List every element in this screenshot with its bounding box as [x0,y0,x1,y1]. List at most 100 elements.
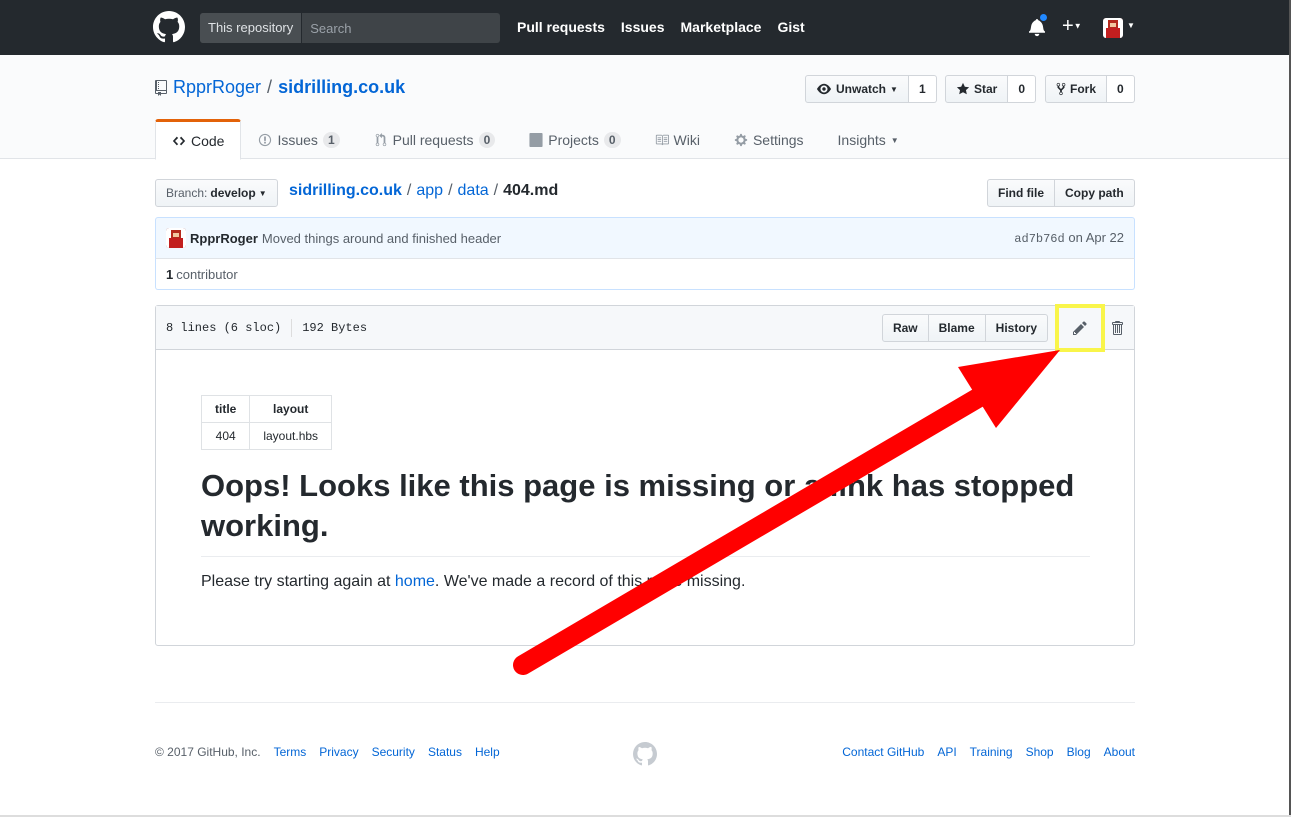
commit-author-link[interactable]: RpprRoger [190,231,258,246]
tab-projects-label: Projects [548,132,599,148]
copy-path-button[interactable]: Copy path [1055,179,1135,207]
github-mark-icon[interactable] [633,742,657,766]
home-link[interactable]: home [395,573,435,590]
footer-link-contact[interactable]: Contact GitHub [842,745,924,759]
trash-icon[interactable] [1110,320,1124,336]
tab-wiki-label: Wiki [673,132,700,148]
fork-button[interactable]: Fork [1045,75,1108,103]
footer-left-links: © 2017 GitHub, Inc. Terms Privacy Securi… [155,745,500,759]
contributors-count: 1 [166,266,174,282]
file-size: 192 Bytes [302,320,368,335]
nav-issues[interactable]: Issues [621,19,665,35]
nav-marketplace[interactable]: Marketplace [681,19,762,35]
repo-book-icon [155,79,167,96]
tab-insights-label: Insights [837,132,886,148]
footer-link-shop[interactable]: Shop [1026,745,1054,759]
footer-link-api[interactable]: API [937,745,956,759]
search-box: This repository [200,13,500,43]
breadcrumb: sidrilling.co.uk / app / data / 404.md [289,182,558,200]
breadcrumb-separator: / [406,182,412,199]
commit-message-link[interactable]: Moved things around and finished header [262,231,501,246]
footer-link-help[interactable]: Help [475,745,500,759]
star-group: Star 0 [945,75,1037,103]
unwatch-button[interactable]: Unwatch ▼ [805,75,909,103]
nav-gist[interactable]: Gist [777,19,804,35]
footer-link-security[interactable]: Security [372,745,415,759]
file-info-divider [291,318,293,337]
blame-button[interactable]: Blame [928,314,986,342]
tab-wiki[interactable]: Wiki [638,119,717,159]
repo-title: RpprRoger / sidrilling.co.uk [155,77,405,98]
tab-settings[interactable]: Settings [717,119,821,159]
frontmatter-table: title layout 404 layout.hbs [200,395,333,450]
commit-date: on Apr 22 [1068,230,1124,245]
file-line-count: 8 lines (6 sloc) [166,320,282,335]
breadcrumb-separator: / [493,182,499,199]
user-avatar[interactable] [1103,18,1123,38]
table-header-cell: layout [249,395,333,423]
issues-counter: 1 [322,132,340,148]
search-input[interactable] [302,13,500,43]
file-box: 8 lines (6 sloc) 192 Bytes Raw Blame His… [155,304,1135,646]
gear-icon [734,133,748,147]
commit-author-avatar[interactable] [166,228,186,248]
raw-button[interactable]: Raw [881,314,929,342]
branch-select-button[interactable]: Branch: develop ▼ [155,179,278,207]
pencil-icon [1073,321,1087,335]
breadcrumb-data[interactable]: data [458,182,489,200]
search-scope[interactable]: This repository [200,13,303,43]
github-logo-icon[interactable] [153,11,185,43]
tab-issues-label: Issues [277,132,318,148]
tab-code-label: Code [191,132,225,149]
tab-code[interactable]: Code [155,119,242,160]
repo-name-link[interactable]: sidrilling.co.uk [278,77,405,98]
repo-owner-link[interactable]: RpprRoger [173,77,261,98]
find-file-button[interactable]: Find file [987,179,1055,207]
project-icon [529,133,543,147]
pull-request-icon [375,133,386,147]
star-count[interactable]: 0 [1008,75,1037,103]
header-nav: Pull requests Issues Marketplace Gist [517,19,805,35]
footer-link-blog[interactable]: Blog [1067,745,1091,759]
tab-insights[interactable]: Insights ▼ [821,119,916,159]
breadcrumb-app[interactable]: app [416,182,443,200]
global-header: This repository Pull requests Issues Mar… [0,0,1291,55]
commit-sha-link[interactable]: ad7b76d [1014,232,1064,246]
star-icon [956,82,970,95]
footer-copyright: © 2017 GitHub, Inc. [155,745,261,759]
markdown-paragraph: Please try starting again at home. We've… [201,573,1089,591]
footer-link-about[interactable]: About [1104,745,1135,759]
branch-name: develop [210,186,256,200]
file-view-buttons: Raw Blame History [881,314,1048,342]
branch-caret-icon: ▼ [258,188,267,198]
tab-projects[interactable]: Projects 0 [512,119,637,159]
edit-file-button[interactable] [1055,304,1105,352]
table-row: 404 layout.hbs [200,422,333,450]
history-button[interactable]: History [985,314,1048,342]
create-new-icon[interactable]: +▼ [1062,14,1082,39]
footer-link-privacy[interactable]: Privacy [319,745,358,759]
eye-icon [817,83,831,95]
user-menu-caret-icon[interactable]: ▼ [1127,21,1135,30]
tab-pull-requests[interactable]: Pull requests 0 [357,119,513,159]
pulls-counter: 0 [478,132,496,148]
fork-count[interactable]: 0 [1107,75,1135,103]
contributors-bar[interactable]: 1 contributor [155,258,1135,290]
markdown-body: title layout 404 layout.hbs Oops! Looks … [156,350,1134,636]
tab-issues[interactable]: Issues 1 [241,119,356,159]
watch-count[interactable]: 1 [908,75,937,103]
nav-pull-requests[interactable]: Pull requests [517,19,605,35]
insights-caret-icon: ▼ [890,135,899,145]
footer-link-training[interactable]: Training [970,745,1013,759]
branch-label: Branch: [166,186,208,200]
watch-group: Unwatch ▼ 1 [805,75,937,103]
breadcrumb-repo[interactable]: sidrilling.co.uk [289,182,402,200]
footer-link-terms[interactable]: Terms [274,745,307,759]
star-button[interactable]: Star [945,75,1009,103]
footer-link-status[interactable]: Status [428,745,462,759]
footer-right-links: Contact GitHub API Training Shop Blog Ab… [842,745,1135,759]
table-header-cell: title [200,395,251,423]
paragraph-text-before: Please try starting again at [201,573,395,590]
fork-label: Fork [1070,82,1097,96]
issue-opened-icon [259,133,272,147]
